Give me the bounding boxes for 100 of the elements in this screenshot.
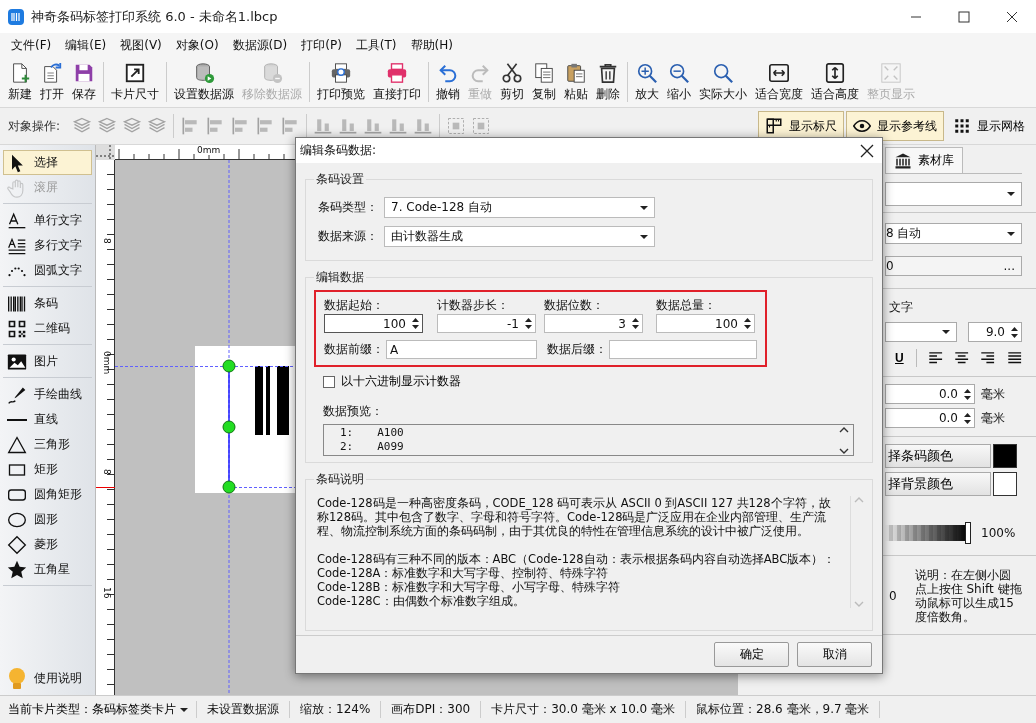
menu-item[interactable]: 帮助(H) <box>403 34 460 56</box>
section-label: 文字 <box>889 299 914 316</box>
toolbar-button[interactable]: 复制 <box>528 59 560 105</box>
dialog-button[interactable]: 取消 <box>797 642 872 667</box>
input-field[interactable]: A <box>386 340 538 359</box>
close-icon[interactable] <box>860 143 874 158</box>
maximize-icon[interactable] <box>958 10 970 23</box>
selection-handle[interactable] <box>222 359 236 373</box>
selection-handle[interactable] <box>222 480 236 494</box>
panel-tab[interactable]: 素材库 <box>885 147 963 173</box>
ruler-icon <box>765 117 783 135</box>
tool-button[interactable]: 条码 <box>3 291 92 316</box>
menu-item[interactable]: 视图(V) <box>113 34 169 56</box>
number-field[interactable]: 3 <box>544 314 643 333</box>
more-button[interactable]: ... <box>1003 259 1015 273</box>
toolbar-button[interactable]: 打开 <box>36 59 68 105</box>
checkbox[interactable]: 以十六进制显示计数器 <box>323 373 461 390</box>
toolbar-button[interactable]: 撤销 <box>432 59 464 105</box>
toggle-button[interactable]: 显示网格 <box>946 111 1032 141</box>
qr-code-icon <box>7 318 27 339</box>
tool-button[interactable]: 二维码 <box>3 316 92 341</box>
toolbar-button[interactable]: 缩小 <box>663 59 695 105</box>
dropdown[interactable]: 8 自动 <box>885 223 1022 244</box>
spin-arrows-icon <box>1011 325 1018 339</box>
tool-button[interactable]: 五角星 <box>3 557 92 582</box>
toolbar-button[interactable]: 卡片尺寸 <box>107 59 163 105</box>
group-title: 编辑数据 <box>315 269 365 286</box>
help-button[interactable]: 使用说明 <box>3 666 92 691</box>
eye-icon <box>853 117 871 135</box>
description-text: Code-128码是一种高密度条码，CODE_128 码可表示从 ASCII 0 到ASCII 127 共128个字符，故称128码。其中包含了数字、字母和符号字符。Code-128码是广泛应用在企业内部管理、生产流程、物流控制系统方面的条码码制，由于其优良的特性在管理信息系统的设计中被广泛使用。 <box>317 496 832 538</box>
toolbar-button[interactable]: 新建 <box>4 59 36 105</box>
toolbar-button[interactable]: 适合高度 <box>807 59 863 105</box>
card-type-dropdown[interactable]: 当前卡片类型：条码标签类卡片 <box>0 701 197 718</box>
dropdown[interactable]: 由计数器生成 <box>384 226 655 247</box>
menu-item[interactable]: 数据源(D) <box>225 34 295 56</box>
scroll-down-icon[interactable] <box>839 448 849 455</box>
dropdown[interactable] <box>885 182 1022 206</box>
slider-thumb[interactable] <box>965 522 971 544</box>
data-field[interactable]: 0 ... <box>885 256 1022 276</box>
tool-button[interactable]: 图片 <box>3 349 92 374</box>
number-field[interactable]: 100 <box>324 314 423 333</box>
printer-magnifier-icon <box>330 61 352 84</box>
toolbar-button[interactable]: 实际大小 <box>695 59 751 105</box>
toolbar-button[interactable]: 放大 <box>631 59 663 105</box>
toolbar-button[interactable]: 适合宽度 <box>751 59 807 105</box>
scroll-up-icon[interactable] <box>839 426 849 433</box>
preview-value: A100 <box>377 426 404 440</box>
toggle-button[interactable]: 显示参考线 <box>846 111 944 141</box>
status-text: 画布DPI：300 <box>381 701 482 718</box>
number-field[interactable]: 100 <box>656 314 755 333</box>
menu-item[interactable]: 文件(F) <box>4 34 59 56</box>
menu-item[interactable]: 编辑(E) <box>58 34 114 56</box>
toolbar-button[interactable]: 打印预览 <box>313 59 369 105</box>
font-size-field[interactable]: 9.0 <box>968 322 1022 342</box>
menu-item[interactable]: 对象(O) <box>168 34 226 56</box>
tool-button[interactable]: 圆弧文字 <box>3 258 92 283</box>
field-label: 数据起始： <box>324 296 385 314</box>
dialog-button[interactable]: 确定 <box>714 642 789 667</box>
font-dropdown[interactable] <box>885 322 957 342</box>
number-field[interactable]: 0.0 <box>885 408 975 428</box>
status-text: 鼠标位置：28.6 毫米，9.7 毫米 <box>686 701 881 718</box>
toolbar-button[interactable]: 保存 <box>68 59 100 105</box>
toolbar-button[interactable]: 删除 <box>592 59 624 105</box>
toolbar-button[interactable]: 粘贴 <box>560 59 592 105</box>
toolbar-button[interactable]: 剪切 <box>496 59 528 105</box>
field-label: 条码类型： <box>318 199 379 216</box>
close-icon[interactable] <box>1006 10 1018 23</box>
tool-button[interactable]: 三角形 <box>3 432 92 457</box>
toolbar-label: 对象操作: <box>8 117 61 135</box>
field-value: 100 <box>715 316 738 331</box>
dropdown[interactable]: 7. Code-128 自动 <box>384 197 655 218</box>
caret-icon <box>1007 192 1015 196</box>
tool-button[interactable]: 多行文字 <box>3 233 92 258</box>
spin-arrows-icon <box>964 387 971 401</box>
tool-button[interactable]: 菱形 <box>3 532 92 557</box>
color-button[interactable]: 择背景颜色 <box>885 472 991 496</box>
tool-button[interactable]: 圆角矩形 <box>3 482 92 507</box>
tool-button[interactable]: 圆形 <box>3 507 92 532</box>
tool-button[interactable]: 矩形 <box>3 457 92 482</box>
toolbar-button[interactable]: 设置数据源 <box>170 59 238 105</box>
description-text: Code-128C：由偶数个标准数字组成。 <box>317 594 526 608</box>
spin-arrows-icon <box>525 317 532 330</box>
toolbar-button[interactable]: 直接打印 <box>369 59 425 105</box>
zoom-in-icon <box>636 61 658 84</box>
menu-item[interactable]: 工具(T) <box>348 34 404 56</box>
tool-button[interactable]: 单行文字 <box>3 208 92 233</box>
tool-button[interactable]: 手绘曲线 <box>3 382 92 407</box>
number-field[interactable]: -1 <box>437 314 536 333</box>
selection-handle[interactable] <box>222 420 236 434</box>
color-button[interactable]: 择条码颜色 <box>885 444 991 468</box>
tool-button[interactable]: 直线 <box>3 407 92 432</box>
input-field[interactable] <box>609 340 757 359</box>
line-number: 1: <box>340 426 354 440</box>
number-field[interactable]: 0.0 <box>885 384 975 404</box>
tool-button[interactable]: 选择 <box>3 150 92 175</box>
opacity-slider[interactable] <box>885 525 969 541</box>
underline-button[interactable]: U <box>891 351 908 365</box>
menu-item[interactable]: 打印(P) <box>294 34 349 56</box>
description-text: Code-128码有三种不同的版本：ABC（Code-128自动：表示根据条码内容自动选择ABC版本）： <box>317 552 837 566</box>
diamond-icon <box>7 534 27 555</box>
